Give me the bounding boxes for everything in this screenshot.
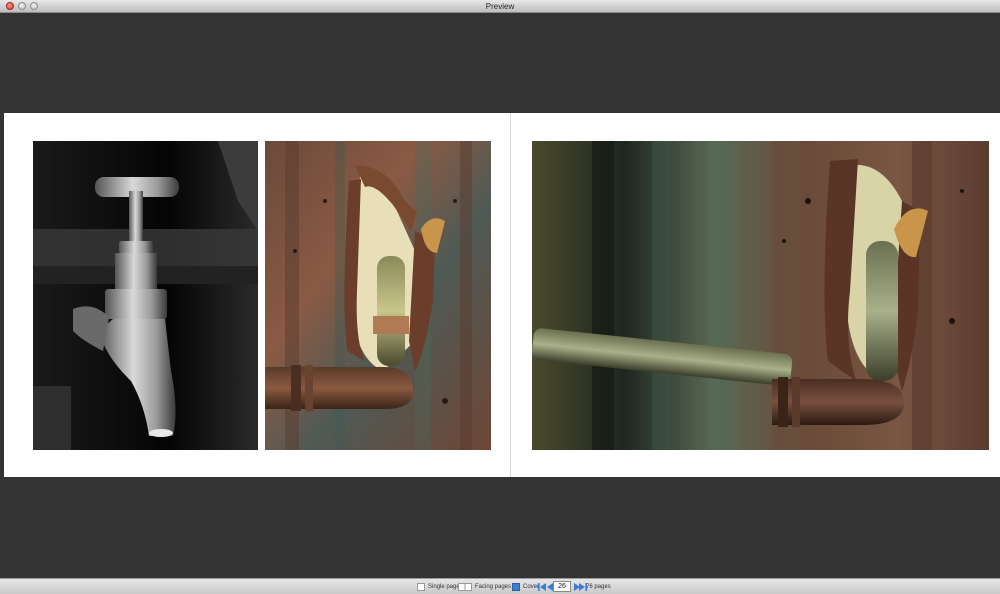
book-spread — [4, 113, 1000, 477]
page-gutter — [510, 113, 511, 477]
photo-rusty-pipe-wide[interactable] — [532, 141, 989, 450]
faucet-image — [33, 141, 258, 450]
photo-rusty-pipe-closeup[interactable] — [265, 141, 491, 450]
photo-faucet[interactable] — [33, 141, 258, 450]
single-page-icon — [417, 583, 425, 591]
single-pages-toggle[interactable]: Single pages — [417, 582, 463, 592]
cover-toggle[interactable]: Cover — [512, 582, 539, 592]
page-count-label: 76 pages — [586, 584, 611, 590]
title-bar: Preview — [0, 0, 1000, 13]
window-title: Preview — [485, 2, 515, 11]
first-page-button[interactable] — [538, 583, 546, 591]
rusty-pipe-wide-image — [532, 141, 989, 450]
first-page-icon — [538, 583, 546, 591]
cover-label: Cover — [523, 584, 540, 590]
facing-pages-icon — [458, 583, 472, 591]
current-page-input[interactable] — [553, 581, 571, 592]
cover-icon — [512, 583, 520, 591]
rusty-pipe-closeup-image — [265, 141, 491, 450]
bottom-toolbar: Single pages Facing pages Cover 76 pages — [0, 578, 1000, 594]
facing-pages-label: Facing pages — [475, 584, 512, 590]
preview-area — [0, 13, 1000, 578]
facing-pages-toggle[interactable]: Facing pages — [458, 582, 511, 592]
